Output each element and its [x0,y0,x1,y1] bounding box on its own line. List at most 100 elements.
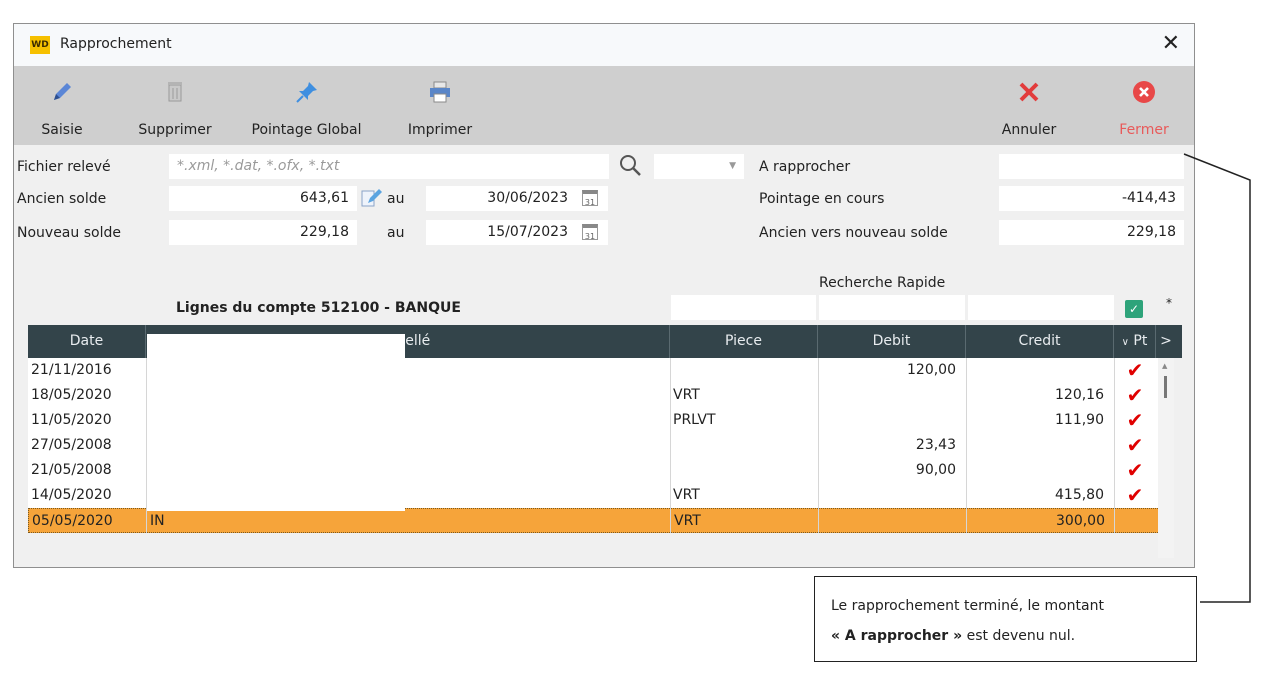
row-credit: 120,16 [1055,387,1104,403]
app-logo-icon: WD [30,36,50,54]
search-piece-input[interactable] [671,295,816,320]
row-credit: 415,80 [1055,487,1104,503]
row-debit: 23,43 [915,437,956,453]
title-bar: WD Rapprochement ✕ [14,24,1194,66]
calendar-icon[interactable]: 31 [582,190,598,207]
row-credit [966,433,1114,458]
a-rapprocher-label: A rapprocher [759,159,851,175]
row-piece: PRLVT [673,412,716,428]
edit-note-icon[interactable] [359,186,383,210]
fichier-releve-label: Fichier relevé [17,159,111,175]
callout-connector [1183,153,1251,603]
row-debit: 90,00 [915,462,956,478]
saisie-button[interactable]: Saisie [32,66,92,145]
col-debit-header[interactable]: Debit [818,325,966,358]
check-mark-icon[interactable]: ✔ [1114,483,1156,508]
scroll-up-icon[interactable]: ▲ [1162,362,1167,370]
ancien-solde-input[interactable]: 643,61 [169,186,357,211]
row-debit [818,408,966,433]
row-debit [819,509,967,534]
col-pt-header[interactable]: ∨ Pt [1114,325,1156,358]
close-window-button[interactable]: ✕ [1162,30,1180,58]
search-icon[interactable] [617,152,643,178]
calendar-icon[interactable]: 31 [582,224,598,241]
window-title: Rapprochement [60,36,172,52]
ancien-solde-label: Ancien solde [17,191,107,207]
col-divider [670,358,671,533]
row-date: 11/05/2020 [31,412,112,428]
pencil-icon [54,83,71,100]
pointage-en-cours-label: Pointage en cours [759,191,885,207]
supprimer-button[interactable]: Supprimer [135,66,215,145]
check-mark-icon[interactable]: ✔ [1114,408,1156,433]
fichier-releve-input[interactable]: *.xml, *.dat, *.ofx, *.txt [169,154,609,179]
row-piece [670,458,818,483]
row-debit [818,483,966,508]
row-debit [818,383,966,408]
check-mark-icon[interactable] [1115,509,1157,534]
col-credit-header[interactable]: Credit [966,325,1114,358]
row-libelle: IN [150,513,165,529]
table-row-selected[interactable]: 05/05/2020 IN VRT 300,00 [28,508,1168,533]
toolbar: Saisie Supprimer Pointage Global Imprime… [14,66,1194,145]
check-mark-icon[interactable]: ✔ [1114,458,1156,483]
chevron-down-icon: ∨ [1121,337,1129,348]
close-circle-icon [1133,81,1155,103]
ancien-date-input[interactable]: 30/06/2023 [426,186,608,211]
annuler-label: Annuler [1001,122,1057,138]
trash-icon [168,82,182,102]
pushpin-icon [295,82,317,103]
nouveau-solde-input[interactable]: 229,18 [169,220,357,245]
row-credit [966,358,1114,383]
pt-label: Pt [1133,333,1148,349]
a-rapprocher-value [999,154,1184,179]
row-credit: 111,90 [1055,412,1104,428]
check-mark-icon[interactable]: ✔ [1114,433,1156,458]
row-date: 05/05/2020 [32,513,113,529]
col-divider [1114,358,1115,533]
annuler-button[interactable]: Annuler [994,66,1064,145]
supprimer-label: Supprimer [138,122,212,138]
row-credit: 300,00 [1056,513,1105,529]
imprimer-button[interactable]: Imprimer [397,66,483,145]
ancien-vers-nouveau-label: Ancien vers nouveau solde [759,225,948,241]
ancien-vers-nouveau-value: 229,18 [999,220,1184,245]
check-mark-icon[interactable]: ✔ [1114,358,1156,383]
pointage-global-button[interactable]: Pointage Global [239,66,374,145]
row-date: 18/05/2020 [31,387,112,403]
nouveau-date-input[interactable]: 15/07/2023 [426,220,608,245]
row-credit [966,458,1114,483]
col-piece-header[interactable]: Piece [670,325,818,358]
search-debit-input[interactable] [819,295,965,320]
col-date-header[interactable]: Date [28,325,146,358]
col-divider [966,358,967,533]
fermer-button[interactable]: Fermer [1104,66,1184,145]
row-date: 21/05/2008 [31,462,112,478]
search-credit-input[interactable] [968,295,1114,320]
cross-icon [1019,82,1039,102]
scroll-right-button[interactable]: > [1156,325,1176,358]
row-piece: VRT [674,513,701,529]
row-debit: 120,00 [907,362,956,378]
callout-bold-text: « A rapprocher » [831,628,963,644]
check-mark-icon[interactable]: ✔ [1114,383,1156,408]
row-piece [670,433,818,458]
recherche-rapide-label: Recherche Rapide [819,275,946,291]
row-piece [670,358,818,383]
vertical-scrollbar[interactable]: ▲ [1158,358,1174,558]
grid-title: Lignes du compte 512100 - BANQUE [176,300,461,316]
au-label-1: au [387,191,405,207]
saisie-label: Saisie [41,122,83,138]
pointage-en-cours-value: -414,43 [999,186,1184,211]
format-dropdown[interactable]: ▼ [654,154,744,179]
au-label-2: au [387,225,405,241]
checkbox-icon[interactable]: ✓ [1125,300,1143,318]
pointage-global-label: Pointage Global [251,122,362,138]
asterisk-label: * [1166,296,1172,310]
nouveau-solde-label: Nouveau solde [17,225,121,241]
callout-line-2: est devenu nul. [962,628,1076,644]
redacted-region [147,334,405,511]
scrollbar-thumb[interactable] [1164,376,1167,398]
fermer-label: Fermer [1119,122,1169,138]
col-divider [818,358,819,533]
